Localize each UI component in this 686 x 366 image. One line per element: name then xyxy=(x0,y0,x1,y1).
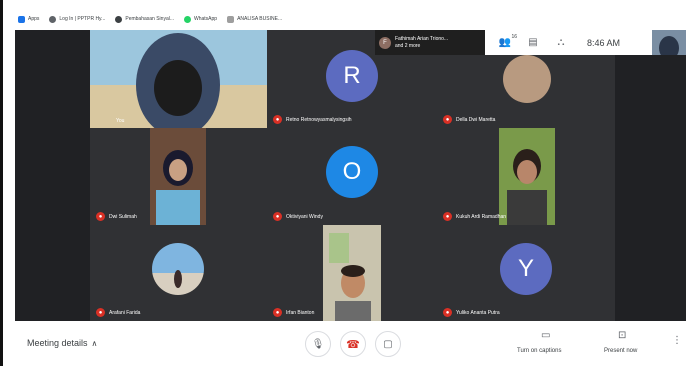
participant-name: ● Kukuh Ardi Ramadhan xyxy=(443,212,506,221)
avatar: O xyxy=(326,146,378,198)
bookmark-label: Apps xyxy=(28,16,40,22)
self-preview-video xyxy=(652,30,686,55)
sparkle-icon xyxy=(227,15,235,23)
mic-off-icon: ● xyxy=(443,308,452,317)
avatar: R xyxy=(326,50,378,102)
bookmark-analisa[interactable]: ANALISA BUSINE... xyxy=(227,15,283,23)
present-icon[interactable]: ⊡ xyxy=(618,330,626,341)
person-icon xyxy=(115,15,123,23)
participant-name: ● Retno Retnowyasmalysingsih xyxy=(273,115,352,124)
globe-icon xyxy=(49,15,57,23)
meet-window: Apps Log In | PPTPR Hy... Pembahasan Sin… xyxy=(0,0,686,366)
bookmark-apps[interactable]: Apps xyxy=(18,15,40,23)
bookmark-label: ANALISA BUSINE... xyxy=(237,16,283,22)
hang-up-icon: ☎ xyxy=(346,338,360,351)
bottom-controls: Meeting details ∧ 🎙 ☎ ▢ ▭ Turn on captio… xyxy=(15,321,686,366)
chat-icon: ▤ xyxy=(528,37,538,48)
avatar: Y xyxy=(500,243,552,295)
captions-button[interactable]: Turn on captions xyxy=(517,348,561,354)
participant-tile-yuliko[interactable]: Y ● Yuliko Ananta Putra xyxy=(437,225,615,321)
mic-off-icon: ● xyxy=(443,212,452,221)
participant-video xyxy=(150,128,206,225)
mic-off-icon: ● xyxy=(273,308,282,317)
profile-photo xyxy=(503,55,551,103)
apps-grid-icon xyxy=(18,15,25,23)
bookmark-whatsapp[interactable]: WhatsApp xyxy=(184,15,218,23)
window-edge xyxy=(0,0,3,366)
participant-name: ● Irfan Bianton xyxy=(273,308,314,317)
chat-button[interactable]: ▤ xyxy=(525,36,541,50)
participant-name: ● Della Dwi Maretta xyxy=(443,115,495,124)
participant-tile-arafani[interactable]: ● Arafani Farida xyxy=(90,225,267,321)
participant-tile-irfan[interactable]: ● Irfan Bianton xyxy=(267,225,437,321)
mic-button[interactable]: 🎙 xyxy=(305,331,331,357)
people-button[interactable]: 👥 16 xyxy=(497,34,517,50)
bookmark-label: Log In | PPTPR Hy... xyxy=(59,16,106,22)
bookmark-pembahasan[interactable]: Pembahasan Sinyal... xyxy=(115,15,174,23)
mic-off-icon: ● xyxy=(96,308,105,317)
whatsapp-icon xyxy=(184,15,191,23)
participant-tile-kukuh[interactable]: ● Kukuh Ardi Ramadhan xyxy=(437,128,615,225)
presenter-chip[interactable]: F Fathimah Arian Triono... and 2 more xyxy=(375,30,485,55)
mic-off-icon: ● xyxy=(273,115,282,124)
avatar: F xyxy=(379,36,391,49)
activities-button[interactable]: ⛬ xyxy=(553,36,569,50)
participant-name: ● Dwi Sulimah xyxy=(96,212,137,221)
mic-off-icon: ● xyxy=(273,212,282,221)
bookmark-login[interactable]: Log In | PPTPR Hy... xyxy=(49,15,106,23)
participant-video xyxy=(323,225,381,321)
participant-name: You xyxy=(116,118,125,124)
clock: 8:46 AM xyxy=(587,37,621,48)
video-grid: You R ● Retno Retnowyasmalysingsih ● Del… xyxy=(15,30,686,321)
presenter-names: Fathimah Arian Triono... and 2 more xyxy=(395,35,449,49)
people-count: 16 xyxy=(511,33,517,40)
more-options-icon[interactable]: ⋮ xyxy=(672,335,682,346)
chevron-up-icon: ∧ xyxy=(91,338,98,348)
people-icon: 👥 xyxy=(498,37,512,48)
participant-name: ● Yuliko Ananta Putra xyxy=(443,308,500,317)
bookmark-label: WhatsApp xyxy=(194,16,218,22)
participant-name: ● Oktiviyani Windy xyxy=(273,212,323,221)
mic-off-icon: ● xyxy=(443,115,452,124)
participant-video xyxy=(499,128,555,225)
meeting-details-button[interactable]: Meeting details ∧ xyxy=(27,338,97,348)
bookmark-label: Pembahasan Sinyal... xyxy=(125,16,174,22)
present-now-button[interactable]: Present now xyxy=(604,348,637,354)
mic-off-icon: ● xyxy=(96,212,105,221)
self-preview[interactable] xyxy=(652,30,686,55)
bookmarks-bar: Apps Log In | PPTPR Hy... Pembahasan Sin… xyxy=(18,12,282,26)
participant-tile-dwi[interactable]: ● Dwi Sulimah xyxy=(90,128,267,225)
profile-photo xyxy=(152,243,204,295)
participant-name: ● Arafani Farida xyxy=(96,308,140,317)
self-video xyxy=(90,30,267,128)
mic-icon: 🎙 xyxy=(311,338,325,350)
participant-tile-oktiviyani[interactable]: O ● Oktiviyani Windy xyxy=(267,128,437,225)
meeting-top-bar: 👥 16 ▤ ⛬ 8:46 AM xyxy=(485,30,686,55)
end-call-button[interactable]: ☎ xyxy=(340,331,366,357)
participant-tile-you[interactable]: You xyxy=(90,30,267,128)
captions-icon[interactable]: ▭ xyxy=(541,330,550,341)
shapes-icon: ⛬ xyxy=(557,37,565,48)
camera-button[interactable]: ▢ xyxy=(375,331,401,357)
camera-icon: ▢ xyxy=(383,338,393,350)
